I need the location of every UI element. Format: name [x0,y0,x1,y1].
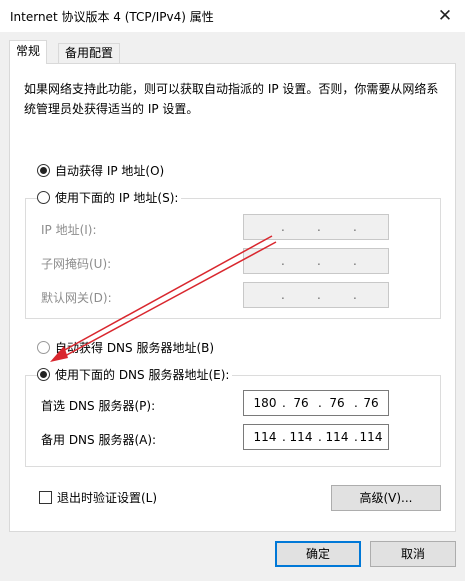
radio-manual-dns[interactable]: 使用下面的 DNS 服务器地址(E): [37,366,233,383]
validate-on-exit-checkbox[interactable]: 退出时验证设置(L) [39,489,157,506]
alternate-dns-label: 备用 DNS 服务器(A): [41,433,157,447]
advanced-button[interactable]: 高级(V)... [331,485,441,511]
alternate-dns-octet-2: 114 [289,430,313,444]
radio-manual-dns-label: 使用下面的 DNS 服务器地址(E): [55,368,230,382]
preferred-dns-octet-3: 76 [329,396,345,410]
alternate-dns-octet-1: 114 [253,430,277,444]
default-gateway-input: ... [243,282,389,308]
tab-general[interactable]: 常规 [9,40,48,64]
ip-address-input: ... [243,214,389,240]
preferred-dns-label: 首选 DNS 服务器(P): [41,399,156,413]
radio-auto-ip-indicator[interactable] [37,164,50,177]
radio-auto-dns-label: 自动获得 DNS 服务器地址(B) [55,341,215,355]
alternate-dns-octet-3: 114 [325,430,349,444]
default-gateway-label: 默认网关(D): [41,291,112,305]
radio-auto-ip[interactable]: 自动获得 IP 地址(O) [37,162,168,179]
validate-on-exit-label: 退出时验证设置(L) [57,491,158,505]
window-title: Internet 协议版本 4 (TCP/IPv4) 属性 [10,10,214,24]
dns-manual-group [25,375,441,467]
radio-auto-dns-indicator[interactable] [37,341,50,354]
ok-button[interactable]: 确定 [275,541,361,567]
radio-manual-dns-indicator[interactable] [37,368,50,381]
tab-alternate-config[interactable]: 备用配置 [58,43,121,63]
description-text: 如果网络支持此功能，则可以获取自动指派的 IP 设置。否则，你需要从网络系统管理… [24,82,439,116]
radio-manual-ip[interactable]: 使用下面的 IP 地址(S): [37,189,182,206]
ip-address-label: IP 地址(I): [41,223,97,237]
title-bar: Internet 协议版本 4 (TCP/IPv4) 属性 ✕ [0,0,465,32]
alternate-dns-octet-4: 114 [359,430,383,444]
tab-panel-general: 如果网络支持此功能，则可以获取自动指派的 IP 设置。否则，你需要从网络系统管理… [9,63,456,532]
preferred-dns-input[interactable]: 180 . 76 . 76 . 76 [243,390,389,416]
radio-manual-ip-indicator[interactable] [37,191,50,204]
validate-on-exit-box[interactable] [39,491,52,504]
preferred-dns-octet-2: 76 [293,396,309,410]
cancel-button[interactable]: 取消 [370,541,456,567]
radio-manual-ip-label: 使用下面的 IP 地址(S): [55,191,179,205]
radio-auto-dns[interactable]: 自动获得 DNS 服务器地址(B) [37,339,218,356]
alternate-dns-input[interactable]: 114 . 114 . 114 . 114 [243,424,389,450]
subnet-mask-input: ... [243,248,389,274]
preferred-dns-octet-1: 180 [253,396,277,410]
close-icon[interactable]: ✕ [433,4,457,28]
subnet-mask-label: 子网掩码(U): [41,257,112,271]
radio-auto-ip-label: 自动获得 IP 地址(O) [55,164,165,178]
preferred-dns-octet-4: 76 [363,396,379,410]
